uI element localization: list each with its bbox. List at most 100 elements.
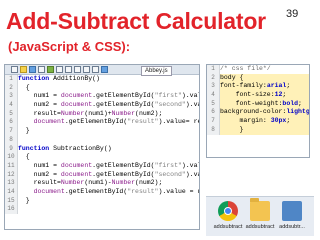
code-line[interactable]: 3 num1 = document.getElementById("first"… [5, 92, 199, 102]
code-text: function AdditionBy() [18, 75, 100, 84]
code-text: { [18, 153, 30, 162]
code-line[interactable]: 7 margin: 30px; [207, 117, 309, 126]
code-line[interactable]: 5 result=Number(num1)+Number(num2); [5, 109, 199, 119]
line-number: 3 [207, 82, 220, 92]
code-token: ).value = result; [158, 187, 199, 195]
taskbar-label-chrome[interactable]: addsubtract [211, 224, 245, 230]
line-number: 4 [5, 101, 18, 110]
taskbar-label-files[interactable]: addsubtr... [275, 224, 309, 230]
line-number: 13 [5, 179, 18, 188]
code-token: { [18, 83, 30, 91]
line-number: 9 [5, 144, 18, 154]
code-line[interactable]: 2 body { [207, 73, 309, 83]
code-token: "first" [154, 92, 182, 100]
code-line[interactable]: 1/* css file*/ [207, 65, 309, 74]
code-text: result=Number(num1)+Number(num2); [18, 109, 163, 119]
code-token: .getElementById( [92, 170, 155, 178]
redo-icon[interactable] [92, 66, 99, 73]
code-token: num2 = [18, 101, 61, 109]
line-number: 2 [207, 73, 220, 83]
slide-title: Add-Subtract Calculator [6, 8, 266, 34]
line-number: 5 [207, 99, 220, 109]
code-token: (num1)- [84, 179, 112, 187]
folder-icon[interactable] [250, 198, 270, 221]
chrome-icon[interactable] [218, 201, 238, 221]
taskbar-label-folder[interactable]: addsubtract [243, 224, 277, 230]
code-token: margin: [220, 117, 271, 125]
code-token: document [60, 161, 93, 169]
paste-icon[interactable] [74, 66, 81, 73]
cut-icon[interactable] [56, 66, 63, 73]
code-token: "result" [127, 187, 159, 195]
code-line[interactable]: 4 num2 = document.getElementById("second… [5, 101, 199, 110]
code-line[interactable]: 14 document.getElementById("result").val… [5, 187, 199, 197]
line-number: 12 [5, 170, 18, 180]
css-code-area[interactable]: 1/* css file*/2 body {3 font-family:arial;… [207, 65, 309, 135]
code-line[interactable]: 6 document.getElementById("result").valu… [5, 118, 199, 128]
code-token: num1 = [18, 161, 61, 169]
code-text: document.getElementById("result").value=… [18, 118, 199, 127]
code-line[interactable]: 12 num2 = document.getElementById("secon… [5, 170, 200, 180]
code-token: ).value= result; [158, 118, 199, 126]
line-number: 8 [207, 125, 220, 135]
code-line[interactable]: 7 } [5, 127, 199, 136]
line-number: 6 [5, 118, 18, 128]
code-token: document [33, 187, 65, 195]
code-line[interactable]: 8 [5, 135, 199, 145]
line-number: 14 [5, 187, 18, 197]
code-token: document [33, 118, 65, 126]
code-token: ; [286, 82, 291, 90]
code-line[interactable]: 11 num1 = document.getElementById("first… [5, 161, 199, 171]
code-token: ).value; [185, 101, 200, 109]
code-line[interactable]: 2 { [5, 83, 199, 93]
code-line[interactable]: 13 result=Number(num1)-Number(num2); [5, 179, 199, 188]
code-token: arial [266, 82, 287, 90]
run-icon[interactable] [47, 66, 54, 73]
line-number: 8 [5, 135, 18, 145]
save-icon[interactable] [29, 66, 36, 73]
line-number: 3 [5, 92, 18, 102]
code-token: "first" [154, 161, 182, 169]
code-token: font-weight: [220, 99, 283, 107]
code-line[interactable]: 6background-color:lightgreen; [207, 108, 309, 118]
code-token: result= [18, 179, 61, 187]
code-text: result=Number(num1)-Number(num2); [18, 179, 163, 188]
code-line[interactable]: 4 font-size:12; [207, 91, 309, 100]
code-token: ).value; [185, 170, 200, 178]
print-icon[interactable] [38, 66, 45, 73]
code-token: num1 = [18, 92, 61, 100]
javascript-code-area[interactable]: 1 function AdditionBy() 2 {3 num1 = docume… [5, 75, 199, 214]
code-token: (num1)+ [84, 109, 112, 117]
open-folder-icon[interactable] [20, 66, 27, 73]
code-line[interactable]: 15 } [5, 196, 199, 206]
code-token: Number [111, 179, 136, 187]
code-token: document [60, 101, 93, 109]
code-token: .getElementById( [92, 161, 155, 169]
code-token: bold [282, 99, 299, 107]
find-icon[interactable] [101, 66, 108, 73]
code-text: document.getElementById("result").value … [18, 187, 199, 197]
code-text: num1 = document.getElementById("first").… [18, 92, 199, 101]
code-token: } [220, 125, 244, 133]
code-text: num1 = document.getElementById("first").… [18, 161, 199, 171]
new-file-icon[interactable] [11, 66, 18, 73]
javascript-editor-window: Abbey.js 1 function AdditionBy() 2 {3 num1… [4, 64, 200, 230]
code-line[interactable]: 3 font-family:arial; [207, 82, 309, 92]
files-icon[interactable] [282, 201, 302, 221]
code-text: /* css file*/ [220, 65, 271, 74]
line-number: 15 [5, 196, 18, 206]
code-token: AdditionBy() [53, 75, 100, 82]
code-line[interactable]: 9 function SubtractionBy() [5, 144, 199, 154]
taskbar: addsubtract addsubtract addsubtr... [206, 196, 314, 236]
code-token: font-size: [220, 91, 275, 99]
editor-tab[interactable]: Abbey.js [141, 66, 172, 76]
code-token: body { [220, 73, 244, 81]
undo-icon[interactable] [83, 66, 90, 73]
code-line[interactable]: 10 { [5, 153, 199, 162]
copy-icon[interactable] [65, 66, 72, 73]
code-line[interactable]: 8 } [207, 125, 309, 135]
code-line[interactable]: 1 function AdditionBy() [5, 75, 199, 84]
code-line[interactable]: 5 font-weight:bold; [207, 99, 309, 109]
code-line[interactable]: 16 [5, 205, 199, 214]
code-token: ).value; [181, 92, 199, 100]
